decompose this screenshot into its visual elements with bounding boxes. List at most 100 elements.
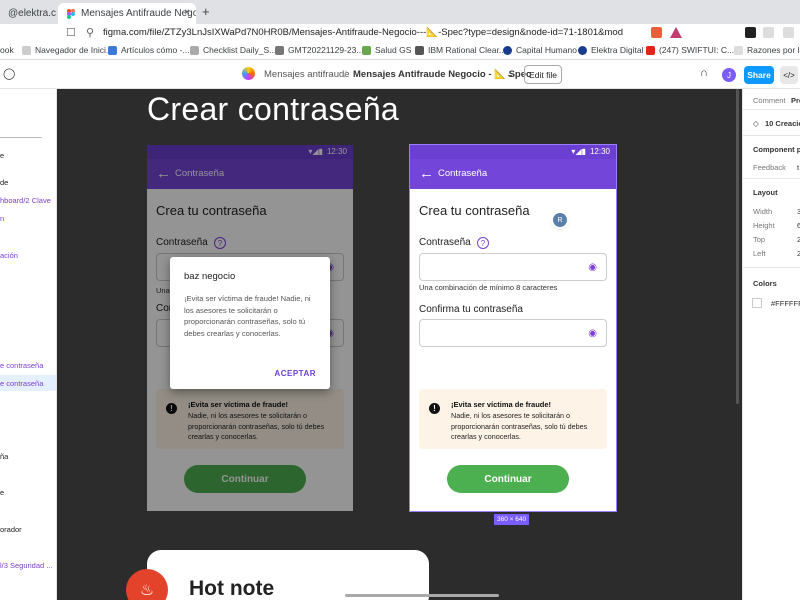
bookmark-item[interactable]: Checklist Daily_S... <box>190 45 276 55</box>
warning-banner: ! ¡Evita ser víctima de fraude! Nadie, n… <box>419 389 607 449</box>
comment-icon[interactable]: ◯ <box>3 67 15 80</box>
tab-properties[interactable]: Pro <box>791 96 800 105</box>
colors-heading: Colors <box>753 279 777 288</box>
eye-icon[interactable]: ◉ <box>588 262 597 273</box>
layer-item-selected[interactable]: e contraseña <box>0 375 56 391</box>
breadcrumb-project[interactable]: Mensajes antifraude <box>264 69 350 80</box>
horizontal-scrollbar[interactable] <box>345 594 499 597</box>
project-icon <box>242 67 255 80</box>
browser-tab-inactive[interactable]: @elektra.com <box>0 3 56 24</box>
url-field[interactable]: figma.com/file/ZTZy3LnJsIXWaPd7N0HR0B/Me… <box>103 27 623 38</box>
accept-button[interactable]: ACEPTAR <box>274 369 316 378</box>
confirm-label: Confirma tu contraseña <box>419 304 523 315</box>
password-field[interactable]: ◉ <box>419 253 607 281</box>
layer-item[interactable]: e contraseña <box>0 361 43 370</box>
hot-note-card[interactable]: Hot note <box>147 550 429 600</box>
layer-item[interactable]: e <box>0 488 4 497</box>
frame-dimension-badge: 360 × 640 <box>494 514 530 525</box>
bookmark-item[interactable]: GMT20221129-23... <box>275 45 363 55</box>
bookmark-item[interactable]: ook <box>0 45 14 55</box>
left-label: Left <box>753 249 766 258</box>
app-bar: ← Contraseña <box>410 159 616 189</box>
divider <box>743 178 800 179</box>
divider <box>743 267 800 268</box>
layer-item[interactable]: de <box>0 178 8 187</box>
layer-item[interactable]: hboard/2 Clave <box>0 196 51 205</box>
feedback-value: t <box>797 163 800 172</box>
vertical-scrollbar[interactable] <box>736 89 739 404</box>
confirm-field[interactable]: ◉ <box>419 319 607 347</box>
warning-icon: ! <box>429 403 440 414</box>
layers-panel: e de hboard/2 Clave n ación e contraseña… <box>0 89 57 600</box>
figma-toolbar: ◯ Mensajes antifraude / Mensajes Antifra… <box>0 60 800 89</box>
divider <box>743 135 800 136</box>
properties-panel: Comment Pro ◇ 10 Creación Component prop… <box>742 89 800 600</box>
screen-heading: Crea tu contraseña <box>419 203 530 218</box>
layer-item[interactable]: l/3 Seguridad ... <box>0 561 53 570</box>
bookmark-item[interactable]: Navegador de Inici... <box>22 45 113 55</box>
bookmark-item[interactable]: Razones por la q <box>734 45 800 55</box>
new-tab-button[interactable]: + <box>202 4 210 19</box>
brave-shield-icon[interactable] <box>651 27 662 38</box>
edit-file-button[interactable]: Edit file <box>524 65 562 84</box>
layer-item[interactable]: e <box>0 151 4 160</box>
page-title: Crear contraseña <box>147 91 400 127</box>
password-label: Contraseña <box>419 237 471 248</box>
divider <box>743 109 800 110</box>
frame-name[interactable]: 10 Creación <box>765 119 800 128</box>
help-icon[interactable]: ? <box>477 237 489 249</box>
layer-item[interactable]: n <box>0 214 4 223</box>
dialog-title: baz negocio <box>184 271 236 282</box>
layer-item[interactable]: ña <box>0 452 8 461</box>
warning-body: Nadie, ni los asesores te solicitarán o … <box>451 411 588 441</box>
extension-icon[interactable] <box>745 27 756 38</box>
share-button[interactable]: Share <box>744 66 774 84</box>
color-value[interactable]: #FFFFFF <box>771 299 800 308</box>
avatar[interactable]: J <box>722 68 736 82</box>
address-bar: ☐ ⚲ figma.com/file/ZTZy3LnJsIXWaPd7N0HR0… <box>0 24 800 42</box>
site-info-icon[interactable]: ⚲ <box>86 26 94 39</box>
bookmark-item[interactable]: (247) SWIFTUI: C... <box>646 45 734 55</box>
bookmark-item[interactable]: Capital Humano <box>503 45 577 55</box>
password-hint: Una combinación de mínimo 8 caracteres <box>419 283 558 292</box>
comment-avatar[interactable]: R <box>553 213 567 227</box>
breadcrumb-file[interactable]: Mensajes Antifraude Negocio - 📐 Spec <box>353 69 531 80</box>
warning-title: ¡Evita ser víctima de fraude! <box>451 400 552 409</box>
bookmarks-bar: ook Navegador de Inici... Artículos cómo… <box>0 42 800 60</box>
layer-item[interactable]: orador <box>0 525 22 534</box>
rewards-icon[interactable] <box>670 27 682 38</box>
divider <box>0 137 42 138</box>
top-label: Top <box>753 235 766 244</box>
phone-frame-dialog[interactable]: ▾◢▮ 12:30 ← Contraseña Crea tu contraseñ… <box>147 145 353 511</box>
puzzle-icon[interactable] <box>763 27 774 38</box>
component-props-heading: Component prop <box>753 145 800 154</box>
color-swatch[interactable] <box>752 298 762 308</box>
headphones-icon[interactable]: ∩ <box>700 67 708 79</box>
dev-mode-button[interactable]: </> <box>780 66 798 84</box>
alert-dialog: baz negocio ¡Evita ser víctima de fraude… <box>170 257 330 389</box>
breadcrumb-separator: / <box>344 69 347 80</box>
browser-tab-active[interactable]: Mensajes Antifraude Negocio × <box>58 3 196 24</box>
signal-icon: ▾◢▮ <box>571 147 586 156</box>
eye-icon[interactable]: ◉ <box>588 328 597 339</box>
status-bar: ▾◢▮ 12:30 <box>410 145 616 159</box>
sidebar-icon[interactable] <box>783 27 794 38</box>
close-icon[interactable]: × <box>184 7 190 18</box>
chevron-down-icon[interactable]: ⌄ <box>506 69 514 80</box>
bookmark-item[interactable]: IBM Rational Clear... <box>415 45 506 55</box>
bookmark-star-icon[interactable]: ☐ <box>66 26 76 39</box>
back-arrow-icon[interactable]: ← <box>419 165 434 182</box>
diamond-icon: ◇ <box>753 119 759 128</box>
bookmark-item[interactable]: Elektra Digital <box>578 45 643 55</box>
tab-comment[interactable]: Comment <box>753 96 786 105</box>
phone-frame-form[interactable]: ▾◢▮ 12:30 ← Contraseña Crea tu contraseñ… <box>409 144 617 512</box>
design-canvas[interactable]: Crear contraseña ▾◢▮ 12:30 ← Contraseña … <box>57 89 742 600</box>
bookmark-item[interactable]: Salud GS <box>362 45 411 55</box>
bookmark-item[interactable]: Artículos cómo -... <box>108 45 190 55</box>
layout-heading: Layout <box>753 188 778 197</box>
height-label: Height <box>753 221 775 230</box>
dialog-body: ¡Evita ser víctima de fraude! Nadie, ni … <box>184 294 311 338</box>
continue-button[interactable]: Continuar <box>447 465 569 493</box>
layer-item[interactable]: ación <box>0 251 18 260</box>
hot-note-title: Hot note <box>189 577 275 600</box>
